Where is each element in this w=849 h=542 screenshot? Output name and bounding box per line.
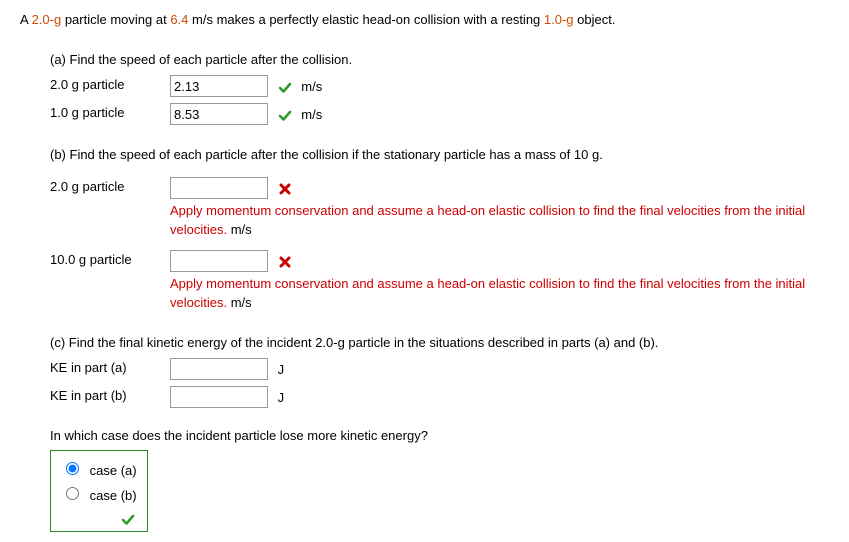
part-b-feedback-1: Apply momentum conservation and assume a… — [170, 201, 829, 240]
intro-mass1: 2.0-g — [32, 12, 62, 27]
part-b-feedback-2: Apply momentum conservation and assume a… — [170, 274, 829, 313]
intro-text: A — [20, 12, 32, 27]
radio-case-b[interactable] — [66, 487, 79, 500]
part-c-input-2[interactable] — [170, 386, 268, 408]
part-b-input-1[interactable] — [170, 177, 268, 199]
part-a-unit-2: m/s — [301, 107, 322, 122]
part-b-input-2[interactable] — [170, 250, 268, 272]
x-icon — [278, 179, 292, 199]
part-a-input-2[interactable] — [170, 103, 268, 125]
part-b-label-2: 10.0 g particle — [50, 250, 170, 270]
part-a-label-2: 1.0 g particle — [50, 103, 170, 123]
check-icon — [278, 105, 292, 125]
intro-text: object. — [574, 12, 616, 27]
part-c-label-1: KE in part (a) — [50, 358, 170, 378]
part-a-label-1: 2.0 g particle — [50, 75, 170, 95]
part-a-input-1[interactable] — [170, 75, 268, 97]
radio-label-b: case (b) — [90, 488, 137, 503]
radio-group: case (a) case (b) — [50, 450, 148, 533]
intro-text: m/s makes a perfectly elastic head-on co… — [188, 12, 544, 27]
intro-speed: 6.4 — [170, 12, 188, 27]
problem-intro: A 2.0-g particle moving at 6.4 m/s makes… — [20, 10, 829, 30]
part-c-prompt: (c) Find the final kinetic energy of the… — [50, 333, 829, 353]
part-a-unit-1: m/s — [301, 79, 322, 94]
part-c-question: In which case does the incident particle… — [50, 426, 829, 446]
part-c-input-1[interactable] — [170, 358, 268, 380]
part-c-unit-1: J — [278, 362, 285, 377]
part-b-prompt: (b) Find the speed of each particle afte… — [50, 145, 829, 165]
part-b-label-1: 2.0 g particle — [50, 177, 170, 197]
radio-label-a: case (a) — [90, 463, 137, 478]
intro-text: particle moving at — [61, 12, 170, 27]
check-icon — [121, 510, 137, 530]
check-icon — [278, 77, 292, 97]
part-a-prompt: (a) Find the speed of each particle afte… — [50, 50, 829, 70]
part-c-unit-2: J — [278, 390, 285, 405]
x-icon — [278, 252, 292, 272]
part-c-label-2: KE in part (b) — [50, 386, 170, 406]
intro-mass2: 1.0-g — [544, 12, 574, 27]
radio-case-a[interactable] — [66, 462, 79, 475]
